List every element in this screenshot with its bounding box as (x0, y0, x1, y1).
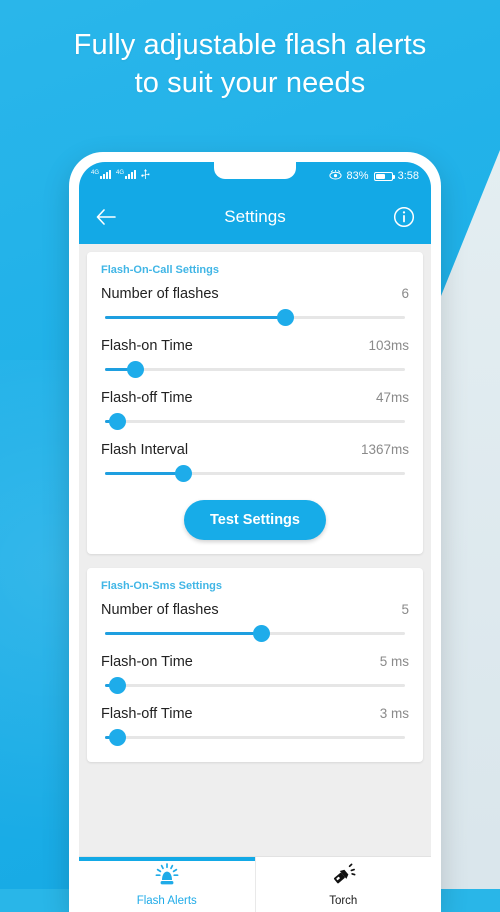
setting-value: 1367ms (360, 442, 409, 457)
setting-row-flash-off-time-sms: Flash-off Time 3 ms (101, 706, 409, 722)
test-settings-button-wrap: Test Settings (101, 500, 409, 540)
slider-number-of-flashes[interactable] (105, 306, 405, 328)
card-title: Flash-On-Call Settings (101, 264, 219, 276)
slider-thumb[interactable] (108, 677, 126, 694)
battery-icon (373, 171, 395, 181)
usb-icon (141, 169, 150, 183)
headline-line-2: to suit your needs (134, 67, 366, 99)
setting-label: Flash Interval (101, 442, 189, 458)
setting-label: Number of flashes (101, 286, 219, 302)
phone-mockup: 4G 4G 83% 3:58 Settings Flash-On-Call Se… (69, 152, 441, 912)
slider-flash-off-time-sms[interactable] (105, 726, 405, 748)
setting-value: 3 ms (379, 706, 409, 721)
headline-line-1: Fully adjustable flash alerts (73, 29, 427, 61)
slider-flash-off-time[interactable] (105, 410, 405, 432)
setting-label: Number of flashes (101, 602, 219, 618)
status-bar-left: 4G 4G (91, 162, 150, 190)
setting-value: 5 (401, 602, 409, 617)
test-settings-button[interactable]: Test Settings (184, 500, 326, 540)
setting-label: Flash-off Time (101, 390, 193, 406)
info-icon[interactable] (391, 204, 417, 230)
slider-track (105, 368, 405, 371)
page-headline: Fully adjustable flash alerts to suit yo… (0, 26, 500, 102)
settings-scroll-area[interactable]: Flash-On-Call Settings Number of flashes… (79, 244, 431, 857)
setting-value: 6 (401, 286, 409, 301)
slider-track (105, 736, 405, 739)
slider-track (105, 420, 405, 423)
setting-row-number-of-flashes-sms: Number of flashes 5 (101, 602, 409, 618)
clock-label: 3:58 (397, 170, 419, 182)
status-bar-right: 83% 3:58 (328, 162, 419, 190)
setting-row-flash-off-time: Flash-off Time 47ms (101, 390, 409, 406)
setting-label: Flash-on Time (101, 338, 193, 354)
setting-row-flash-on-time-sms: Flash-on Time 5 ms (101, 654, 409, 670)
slider-thumb[interactable] (252, 625, 270, 642)
signal-network-label-1: 4G (91, 170, 100, 177)
setting-value: 5 ms (379, 654, 409, 669)
setting-row-flash-on-time: Flash-on Time 103ms (101, 338, 409, 354)
eye-comfort-icon (328, 169, 342, 183)
page-title: Settings (224, 207, 286, 226)
bottom-navigation: Flash Alerts Torch (79, 856, 431, 912)
slider-thumb[interactable] (276, 309, 294, 326)
setting-label: Flash-off Time (101, 706, 193, 722)
card-title: Flash-On-Sms Settings (101, 580, 223, 592)
slider-thumb[interactable] (126, 361, 144, 378)
slider-fill (105, 632, 261, 635)
slider-fill (105, 472, 183, 475)
slider-thumb[interactable] (108, 729, 126, 746)
setting-value: 47ms (375, 390, 409, 405)
setting-row-flash-interval: Flash Interval 1367ms (101, 442, 409, 458)
slider-flash-interval[interactable] (105, 462, 405, 484)
setting-label: Flash-on Time (101, 654, 193, 670)
setting-value: 103ms (368, 338, 409, 353)
battery-percent-label: 83% (346, 170, 369, 182)
card-flash-on-call: Flash-On-Call Settings Number of flashes… (87, 252, 423, 554)
status-bar: 4G 4G 83% 3:58 (79, 162, 431, 190)
slider-flash-on-time[interactable] (105, 358, 405, 380)
app-bar: Settings (79, 190, 431, 244)
slider-fill (105, 316, 285, 319)
slider-number-of-flashes-sms[interactable] (105, 622, 405, 644)
nav-label: Flash Alerts (136, 894, 197, 907)
nav-item-flash-alerts[interactable]: Flash Alerts (79, 857, 255, 912)
nav-label: Torch (329, 894, 358, 907)
signal-network-label-2: 4G (116, 170, 125, 177)
back-arrow-icon[interactable] (93, 204, 119, 230)
nav-item-torch[interactable]: Torch (254, 857, 432, 912)
slider-track (105, 684, 405, 687)
flashlight-icon (330, 863, 356, 892)
slider-flash-on-time-sms[interactable] (105, 674, 405, 696)
signal-icon-sim2: 4G (116, 170, 137, 182)
siren-beacon-icon (154, 862, 180, 892)
slider-thumb[interactable] (174, 465, 192, 482)
signal-icon-sim1: 4G (91, 170, 112, 182)
slider-thumb[interactable] (108, 413, 126, 430)
card-flash-on-sms: Flash-On-Sms Settings Number of flashes … (87, 568, 423, 762)
setting-row-number-of-flashes: Number of flashes 6 (101, 286, 409, 302)
phone-notch (214, 162, 296, 179)
phone-screen: 4G 4G 83% 3:58 Settings Flash-On-Call Se… (79, 162, 431, 912)
